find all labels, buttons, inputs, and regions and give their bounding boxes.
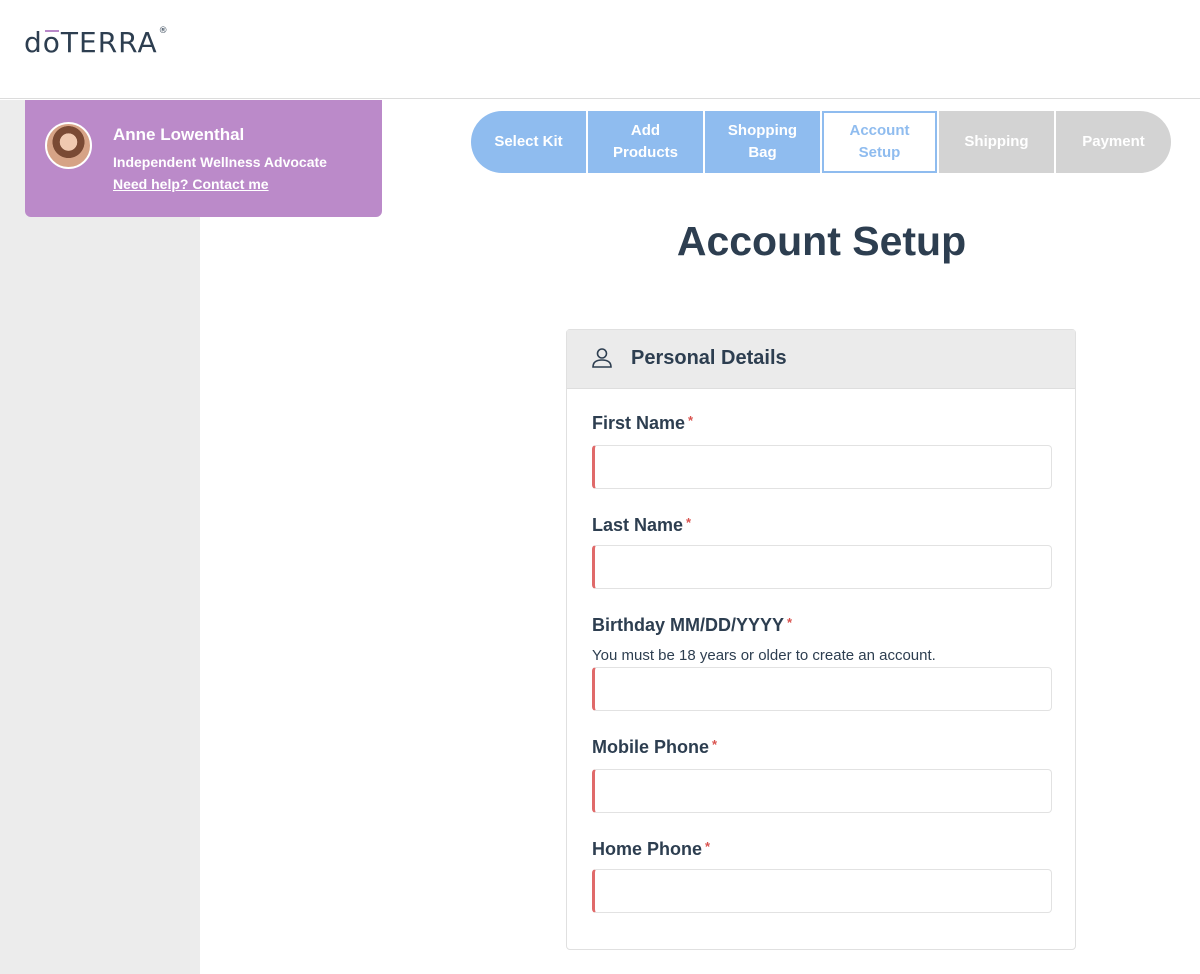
mobile-phone-input[interactable]: [592, 769, 1052, 813]
birthday-input[interactable]: [592, 667, 1052, 711]
required-mark: *: [688, 413, 694, 428]
required-mark: *: [712, 737, 718, 752]
step-shipping[interactable]: Shipping: [939, 111, 1054, 173]
checkout-steps: Select Kit Add Products Shopping Bag Acc…: [471, 111, 1171, 173]
contact-advocate-link[interactable]: Need help? Contact me: [113, 176, 269, 192]
first-name-label: First Name *: [592, 413, 694, 433]
advocate-card: Anne Lowenthal Independent Wellness Advo…: [25, 100, 382, 217]
personal-details-card: Personal Details First Name * Last Name * …: [566, 329, 1076, 950]
advocate-avatar: [45, 122, 92, 169]
page-title: Account Setup: [676, 218, 967, 264]
section-title: Personal Details: [631, 347, 787, 369]
required-mark: *: [787, 615, 793, 630]
birthday-label: Birthday MM/DD/YYYY *: [592, 615, 793, 635]
step-payment[interactable]: Payment: [1056, 111, 1171, 173]
step-select-kit[interactable]: Select Kit: [471, 111, 586, 173]
step-add-products[interactable]: Add Products: [588, 111, 703, 173]
home-phone-input[interactable]: [592, 869, 1052, 913]
last-name-input[interactable]: [592, 545, 1052, 589]
left-sidebar: [0, 100, 200, 974]
advocate-title: Independent Wellness Advocate: [113, 154, 327, 170]
mobile-phone-label: Mobile Phone *: [592, 737, 718, 757]
home-phone-label: Home Phone *: [592, 839, 711, 859]
required-mark: *: [686, 515, 692, 530]
card-header: Personal Details: [567, 330, 1075, 389]
birthday-hint: You must be 18 years or older to create …: [592, 647, 936, 664]
site-header: doTERRA®: [0, 0, 1200, 99]
step-account-setup[interactable]: Account Setup: [822, 111, 937, 173]
required-mark: *: [705, 839, 711, 854]
person-icon: [592, 348, 612, 368]
advocate-name: Anne Lowenthal: [113, 125, 245, 144]
last-name-label: Last Name *: [592, 515, 692, 535]
doterra-logo[interactable]: doTERRA®: [24, 26, 169, 59]
step-shopping-bag[interactable]: Shopping Bag: [705, 111, 820, 173]
first-name-input[interactable]: [592, 445, 1052, 489]
